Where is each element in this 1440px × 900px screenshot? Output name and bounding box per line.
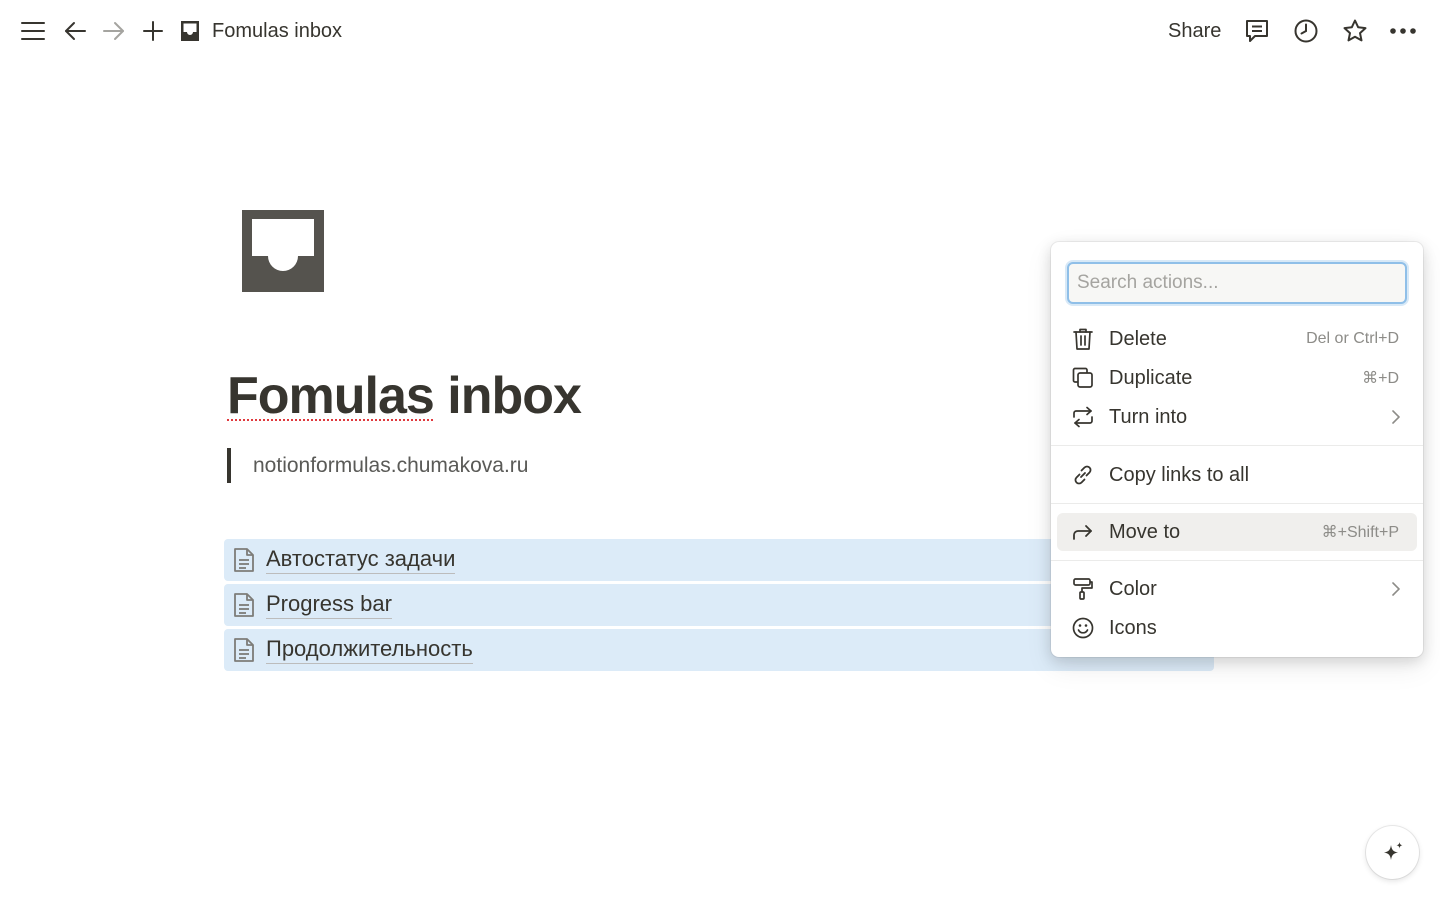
favorite-button[interactable] xyxy=(1338,14,1372,48)
document-icon xyxy=(232,591,256,619)
menu-item-copy-links[interactable]: Copy links to all xyxy=(1057,456,1417,494)
link-icon xyxy=(1069,461,1097,489)
ai-assistant-button[interactable] xyxy=(1366,826,1419,879)
duplicate-icon xyxy=(1069,364,1097,392)
search-actions-field[interactable] xyxy=(1067,262,1407,304)
menu-item-label: Delete xyxy=(1109,327,1167,350)
subpage-label: Progress bar xyxy=(266,591,392,619)
more-icon xyxy=(1390,28,1416,34)
quote-block[interactable]: notionformulas.chumakova.ru xyxy=(227,448,528,483)
menu-divider xyxy=(1051,445,1423,446)
document-icon xyxy=(232,546,256,574)
menu-item-shortcut: Del or Ctrl+D xyxy=(1306,330,1399,347)
chevron-right-icon xyxy=(1391,581,1401,597)
menu-divider xyxy=(1051,503,1423,504)
chevron-right-icon xyxy=(1391,409,1401,425)
smiley-icon xyxy=(1069,614,1097,642)
page-title-rest: inbox xyxy=(433,367,582,425)
share-button[interactable]: Share xyxy=(1158,14,1231,48)
menu-item-move-to[interactable]: Move to ⌘+Shift+P xyxy=(1057,513,1417,551)
paint-roller-icon xyxy=(1069,575,1097,603)
page-title-misspelled-word: Fomulas xyxy=(227,367,435,425)
back-arrow-icon xyxy=(65,22,86,40)
history-icon xyxy=(1294,19,1318,43)
menu-item-duplicate[interactable]: Duplicate ⌘+D xyxy=(1057,359,1417,397)
updates-button[interactable] xyxy=(1289,14,1323,48)
quote-text: notionformulas.chumakova.ru xyxy=(253,453,529,477)
menu-item-shortcut: ⌘+Shift+P xyxy=(1321,524,1399,541)
turn-into-icon xyxy=(1069,403,1097,431)
back-button[interactable] xyxy=(58,14,92,48)
menu-item-turn-into[interactable]: Turn into xyxy=(1057,398,1417,436)
trash-icon xyxy=(1069,325,1097,353)
menu-item-label: Copy links to all xyxy=(1109,463,1250,486)
breadcrumb[interactable]: Fomulas inbox xyxy=(178,14,342,48)
page-icon[interactable] xyxy=(236,204,330,298)
menu-item-label: Duplicate xyxy=(1109,366,1193,389)
menu-button[interactable] xyxy=(16,14,50,48)
inbox-icon xyxy=(242,210,324,292)
menu-item-label: Color xyxy=(1109,577,1157,600)
breadcrumb-title: Fomulas inbox xyxy=(212,19,343,42)
top-bar: Fomulas inbox Share xyxy=(0,0,1440,62)
star-icon xyxy=(1343,19,1367,42)
forward-arrow-icon xyxy=(103,22,124,40)
comments-button[interactable] xyxy=(1240,14,1274,48)
menu-item-color[interactable]: Color xyxy=(1057,570,1417,608)
comment-icon xyxy=(1246,20,1268,42)
subpage-label: Автостатус задачи xyxy=(266,546,456,574)
block-actions-menu: Delete Del or Ctrl+D Duplicate ⌘+D Turn … xyxy=(1051,242,1423,657)
new-page-button[interactable] xyxy=(136,14,170,48)
subpage-label: Продолжительность xyxy=(266,636,473,664)
menu-item-label: Turn into xyxy=(1109,405,1188,428)
document-icon xyxy=(232,636,256,664)
plus-icon xyxy=(143,21,163,41)
search-actions-input[interactable] xyxy=(1069,264,1405,302)
menu-item-shortcut: ⌘+D xyxy=(1362,370,1399,387)
sparkle-icon xyxy=(1383,841,1402,860)
menu-item-label: Icons xyxy=(1109,616,1157,639)
menu-item-icons[interactable]: Icons xyxy=(1057,609,1417,647)
menu-divider xyxy=(1051,560,1423,561)
menu-icon xyxy=(21,22,45,40)
page-title[interactable]: Fomulas inbox xyxy=(227,366,582,426)
more-button[interactable] xyxy=(1386,14,1420,48)
menu-item-delete[interactable]: Delete Del or Ctrl+D xyxy=(1057,320,1417,358)
menu-item-label: Move to xyxy=(1109,520,1181,543)
move-to-icon xyxy=(1069,518,1097,546)
inbox-icon xyxy=(181,21,199,41)
forward-button[interactable] xyxy=(97,14,131,48)
